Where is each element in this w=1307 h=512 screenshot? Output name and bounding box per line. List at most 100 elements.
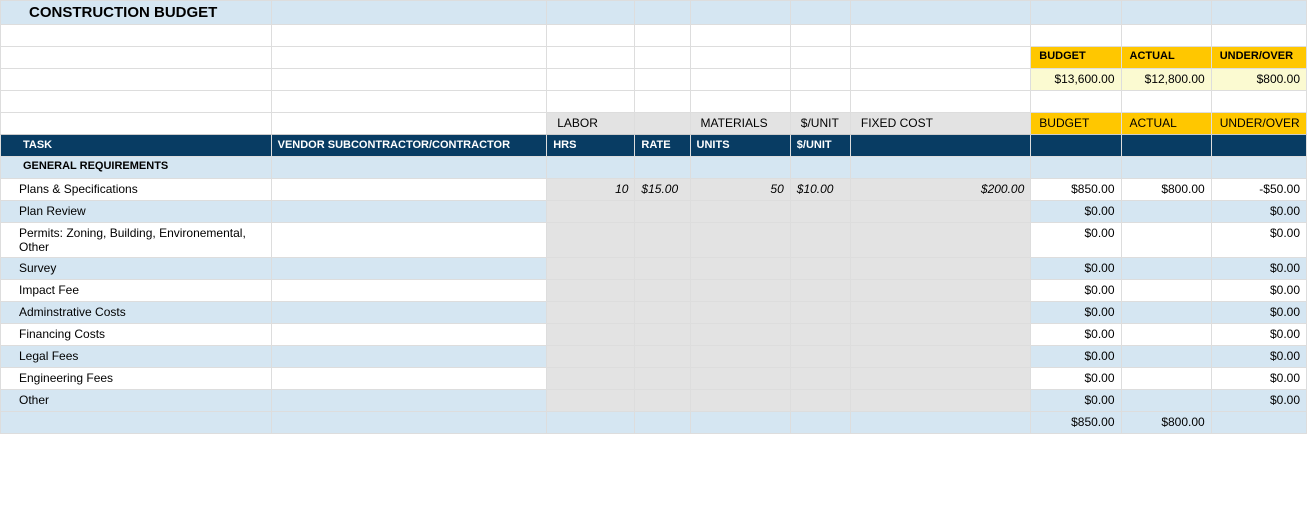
budget-cell[interactable]: $0.00 (1031, 280, 1121, 302)
rate-cell[interactable] (635, 324, 690, 346)
task-cell[interactable]: Plans & Specifications (1, 179, 272, 201)
units-cell[interactable]: 50 (690, 179, 790, 201)
rate-cell[interactable]: $15.00 (635, 179, 690, 201)
summary-actual-total[interactable]: $12,800.00 (1121, 69, 1211, 91)
actual-cell[interactable] (1121, 346, 1211, 368)
diff-cell[interactable]: $0.00 (1211, 390, 1306, 412)
fixed-cell[interactable] (850, 280, 1030, 302)
perunit-cell[interactable] (790, 302, 850, 324)
task-cell[interactable]: Engineering Fees (1, 368, 272, 390)
units-cell[interactable] (690, 302, 790, 324)
actual-cell[interactable]: $800.00 (1121, 179, 1211, 201)
hrs-cell[interactable] (547, 223, 635, 258)
vendor-cell[interactable] (271, 179, 547, 201)
hrs-cell[interactable] (547, 201, 635, 223)
summary-diff-total[interactable]: $800.00 (1211, 69, 1306, 91)
task-cell[interactable]: Other (1, 390, 272, 412)
diff-cell[interactable]: $0.00 (1211, 302, 1306, 324)
budget-cell[interactable]: $850.00 (1031, 179, 1121, 201)
fixed-cell[interactable] (850, 324, 1030, 346)
actual-cell[interactable] (1121, 223, 1211, 258)
task-cell[interactable]: Financing Costs (1, 324, 272, 346)
diff-cell[interactable]: $0.00 (1211, 223, 1306, 258)
vendor-cell[interactable] (271, 324, 547, 346)
actual-cell[interactable] (1121, 280, 1211, 302)
rate-cell[interactable] (635, 280, 690, 302)
rate-cell[interactable] (635, 302, 690, 324)
diff-cell[interactable]: -$50.00 (1211, 179, 1306, 201)
actual-cell[interactable] (1121, 324, 1211, 346)
perunit-cell[interactable] (790, 390, 850, 412)
table-row[interactable]: Adminstrative Costs $0.00 $0.00 (1, 302, 1307, 324)
fixed-cell[interactable] (850, 390, 1030, 412)
hrs-cell[interactable] (547, 280, 635, 302)
diff-cell[interactable]: $0.00 (1211, 201, 1306, 223)
budget-cell[interactable]: $0.00 (1031, 258, 1121, 280)
actual-cell[interactable] (1121, 201, 1211, 223)
vendor-cell[interactable] (271, 368, 547, 390)
subtotal-budget[interactable]: $850.00 (1031, 412, 1121, 434)
task-cell[interactable]: Adminstrative Costs (1, 302, 272, 324)
actual-cell[interactable] (1121, 258, 1211, 280)
hrs-cell[interactable] (547, 368, 635, 390)
fixed-cell[interactable] (850, 302, 1030, 324)
subtotal-diff[interactable] (1211, 412, 1306, 434)
summary-budget-total[interactable]: $13,600.00 (1031, 69, 1121, 91)
units-cell[interactable] (690, 201, 790, 223)
diff-cell[interactable]: $0.00 (1211, 258, 1306, 280)
rate-cell[interactable] (635, 258, 690, 280)
perunit-cell[interactable] (790, 368, 850, 390)
task-cell[interactable]: Permits: Zoning, Building, Environementa… (1, 223, 272, 258)
task-cell[interactable]: Survey (1, 258, 272, 280)
table-row[interactable]: Plan Review$0.00$0.00 (1, 201, 1307, 223)
table-row[interactable]: Plans & Specifications 10$15.0050$10.00$2… (1, 179, 1307, 201)
actual-cell[interactable] (1121, 390, 1211, 412)
hrs-cell[interactable] (547, 324, 635, 346)
perunit-cell[interactable] (790, 280, 850, 302)
actual-cell[interactable] (1121, 302, 1211, 324)
table-row[interactable]: Permits: Zoning, Building, Environementa… (1, 223, 1307, 258)
task-cell[interactable]: Plan Review (1, 201, 272, 223)
units-cell[interactable] (690, 280, 790, 302)
perunit-cell[interactable] (790, 201, 850, 223)
diff-cell[interactable]: $0.00 (1211, 346, 1306, 368)
fixed-cell[interactable] (850, 201, 1030, 223)
table-row[interactable]: Engineering Fees $0.00 $0.00 (1, 368, 1307, 390)
subtotal-actual[interactable]: $800.00 (1121, 412, 1211, 434)
perunit-cell[interactable] (790, 223, 850, 258)
table-row[interactable]: Impact Fee$0.00$0.00 (1, 280, 1307, 302)
budget-cell[interactable]: $0.00 (1031, 390, 1121, 412)
budget-cell[interactable]: $0.00 (1031, 368, 1121, 390)
budget-cell[interactable]: $0.00 (1031, 223, 1121, 258)
budget-cell[interactable]: $0.00 (1031, 302, 1121, 324)
budget-cell[interactable]: $0.00 (1031, 346, 1121, 368)
vendor-cell[interactable] (271, 302, 547, 324)
rate-cell[interactable] (635, 368, 690, 390)
diff-cell[interactable]: $0.00 (1211, 324, 1306, 346)
task-cell[interactable]: Legal Fees (1, 346, 272, 368)
units-cell[interactable] (690, 368, 790, 390)
perunit-cell[interactable] (790, 346, 850, 368)
units-cell[interactable] (690, 258, 790, 280)
rate-cell[interactable] (635, 346, 690, 368)
fixed-cell[interactable] (850, 223, 1030, 258)
hrs-cell[interactable] (547, 390, 635, 412)
budget-spreadsheet[interactable]: CONSTRUCTION BUDGET BUDGET ACTUAL UNDER/… (0, 0, 1307, 434)
perunit-cell[interactable]: $10.00 (790, 179, 850, 201)
units-cell[interactable] (690, 346, 790, 368)
vendor-cell[interactable] (271, 390, 547, 412)
fixed-cell[interactable] (850, 258, 1030, 280)
rate-cell[interactable] (635, 223, 690, 258)
fixed-cell[interactable] (850, 346, 1030, 368)
hrs-cell[interactable] (547, 346, 635, 368)
budget-cell[interactable]: $0.00 (1031, 324, 1121, 346)
hrs-cell[interactable]: 10 (547, 179, 635, 201)
perunit-cell[interactable] (790, 324, 850, 346)
diff-cell[interactable]: $0.00 (1211, 368, 1306, 390)
fixed-cell[interactable]: $200.00 (850, 179, 1030, 201)
perunit-cell[interactable] (790, 258, 850, 280)
vendor-cell[interactable] (271, 223, 547, 258)
vendor-cell[interactable] (271, 346, 547, 368)
diff-cell[interactable]: $0.00 (1211, 280, 1306, 302)
units-cell[interactable] (690, 223, 790, 258)
